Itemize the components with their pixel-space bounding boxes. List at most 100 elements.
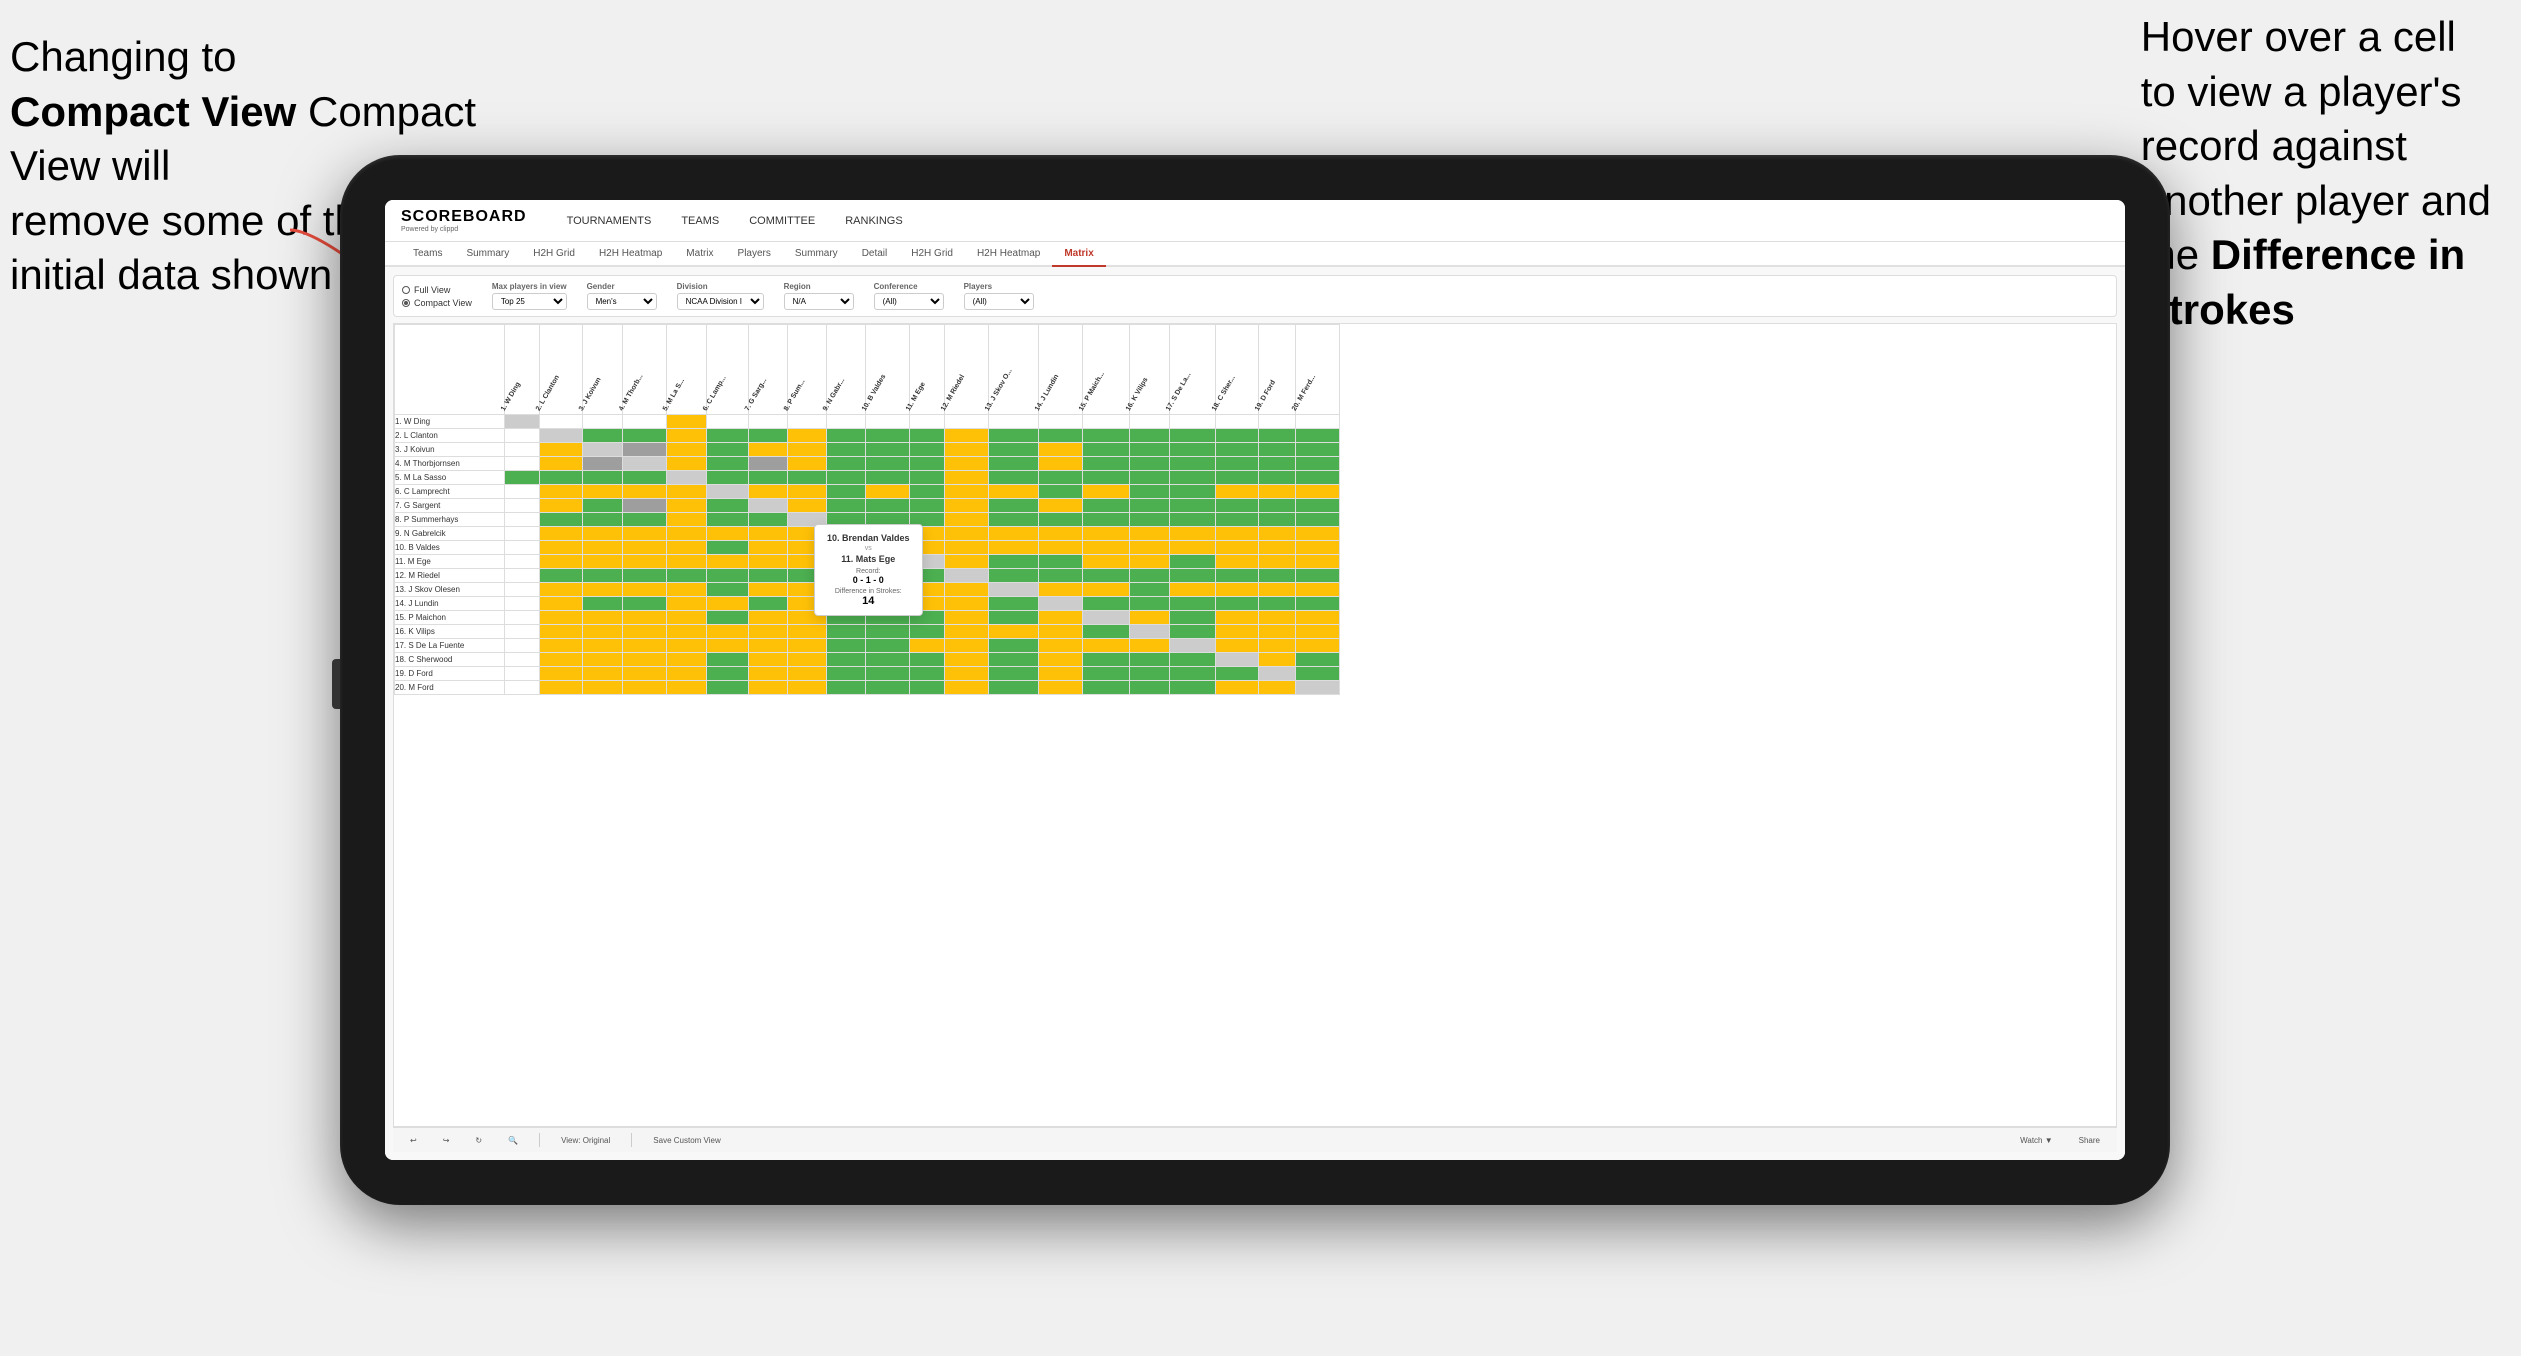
matrix-cell[interactable] (1216, 639, 1259, 653)
matrix-cell[interactable] (623, 681, 667, 695)
matrix-cell[interactable] (706, 541, 748, 555)
matrix-cell[interactable] (1169, 681, 1215, 695)
matrix-cell[interactable] (1296, 443, 1339, 457)
matrix-cell[interactable] (1216, 569, 1259, 583)
matrix-cell[interactable] (748, 457, 788, 471)
matrix-cell[interactable] (1082, 625, 1129, 639)
matrix-cell[interactable] (788, 667, 826, 681)
matrix-cell[interactable] (623, 667, 667, 681)
matrix-cell[interactable] (1216, 513, 1259, 527)
matrix-cell[interactable] (1039, 485, 1083, 499)
matrix-cell[interactable] (1296, 583, 1339, 597)
matrix-cell[interactable] (1258, 485, 1295, 499)
matrix-cell[interactable] (539, 583, 582, 597)
matrix-cell[interactable] (1129, 443, 1169, 457)
matrix-cell[interactable] (505, 611, 540, 625)
matrix-cell[interactable] (505, 485, 540, 499)
matrix-cell[interactable] (1258, 471, 1295, 485)
matrix-cell[interactable] (1169, 415, 1215, 429)
matrix-cell[interactable] (1296, 569, 1339, 583)
matrix-cell[interactable] (706, 625, 748, 639)
matrix-cell[interactable] (505, 583, 540, 597)
conference-select[interactable]: (All) (874, 293, 944, 310)
matrix-cell[interactable] (667, 443, 706, 457)
matrix-cell[interactable] (1169, 429, 1215, 443)
matrix-cell[interactable] (748, 639, 788, 653)
matrix-cell[interactable] (988, 415, 1038, 429)
matrix-cell[interactable] (826, 415, 866, 429)
matrix-cell[interactable] (1039, 415, 1083, 429)
matrix-cell[interactable] (582, 597, 622, 611)
matrix-cell[interactable] (748, 471, 788, 485)
matrix-cell[interactable] (1039, 653, 1083, 667)
matrix-cell[interactable] (866, 639, 910, 653)
matrix-cell[interactable] (706, 681, 748, 695)
matrix-cell[interactable] (988, 541, 1038, 555)
matrix-cell[interactable] (945, 485, 988, 499)
matrix-cell[interactable] (748, 429, 788, 443)
matrix-cell[interactable] (1082, 429, 1129, 443)
matrix-cell[interactable] (623, 639, 667, 653)
matrix-cell[interactable] (988, 583, 1038, 597)
matrix-cell[interactable] (623, 597, 667, 611)
matrix-cell[interactable] (1082, 541, 1129, 555)
tab-teams[interactable]: Teams (401, 242, 454, 267)
matrix-cell[interactable] (826, 457, 866, 471)
matrix-cell[interactable] (505, 597, 540, 611)
matrix-cell[interactable] (1082, 681, 1129, 695)
matrix-cell[interactable] (945, 667, 988, 681)
matrix-cell[interactable] (706, 611, 748, 625)
matrix-cell[interactable] (505, 569, 540, 583)
matrix-cell[interactable] (1169, 653, 1215, 667)
redo-btn[interactable]: ↪ (438, 1134, 455, 1147)
matrix-cell[interactable] (1039, 555, 1083, 569)
matrix-cell[interactable] (667, 457, 706, 471)
matrix-cell[interactable] (582, 429, 622, 443)
matrix-cell[interactable] (582, 457, 622, 471)
matrix-cell[interactable] (910, 653, 945, 667)
matrix-cell[interactable] (1169, 667, 1215, 681)
matrix-cell[interactable] (623, 653, 667, 667)
matrix-cell[interactable] (945, 653, 988, 667)
matrix-cell[interactable] (1129, 625, 1169, 639)
matrix-cell[interactable] (1296, 611, 1339, 625)
matrix-cell[interactable] (667, 499, 706, 513)
matrix-cell[interactable] (623, 527, 667, 541)
matrix-cell[interactable] (1039, 443, 1083, 457)
matrix-cell[interactable] (826, 485, 866, 499)
matrix-cell[interactable] (945, 625, 988, 639)
matrix-cell[interactable] (1039, 429, 1083, 443)
matrix-cell[interactable] (1258, 415, 1295, 429)
matrix-cell[interactable] (1082, 555, 1129, 569)
matrix-cell[interactable] (1258, 611, 1295, 625)
search-btn[interactable]: 🔍 (503, 1134, 523, 1147)
matrix-cell[interactable] (866, 667, 910, 681)
matrix-cell[interactable] (988, 597, 1038, 611)
matrix-cell[interactable] (1129, 471, 1169, 485)
matrix-cell[interactable] (539, 569, 582, 583)
matrix-cell[interactable] (623, 499, 667, 513)
matrix-cell[interactable] (945, 541, 988, 555)
matrix-cell[interactable] (539, 625, 582, 639)
matrix-cell[interactable] (1129, 499, 1169, 513)
matrix-cell[interactable] (945, 555, 988, 569)
matrix-cell[interactable] (1169, 597, 1215, 611)
watch-btn[interactable]: Watch ▼ (2015, 1134, 2058, 1147)
matrix-cell[interactable] (706, 583, 748, 597)
matrix-cell[interactable] (1216, 471, 1259, 485)
matrix-cell[interactable] (667, 541, 706, 555)
matrix-cell[interactable] (706, 555, 748, 569)
matrix-cell[interactable] (788, 625, 826, 639)
matrix-cell[interactable] (1258, 681, 1295, 695)
matrix-cell[interactable] (1169, 625, 1215, 639)
matrix-cell[interactable] (1296, 485, 1339, 499)
matrix-cell[interactable] (1296, 429, 1339, 443)
matrix-cell[interactable] (988, 653, 1038, 667)
matrix-cell[interactable] (866, 471, 910, 485)
matrix-cell[interactable] (1129, 653, 1169, 667)
matrix-cell[interactable] (623, 443, 667, 457)
matrix-cell[interactable] (667, 485, 706, 499)
matrix-cell[interactable] (826, 471, 866, 485)
matrix-cell[interactable] (1039, 513, 1083, 527)
matrix-cell[interactable] (1258, 653, 1295, 667)
